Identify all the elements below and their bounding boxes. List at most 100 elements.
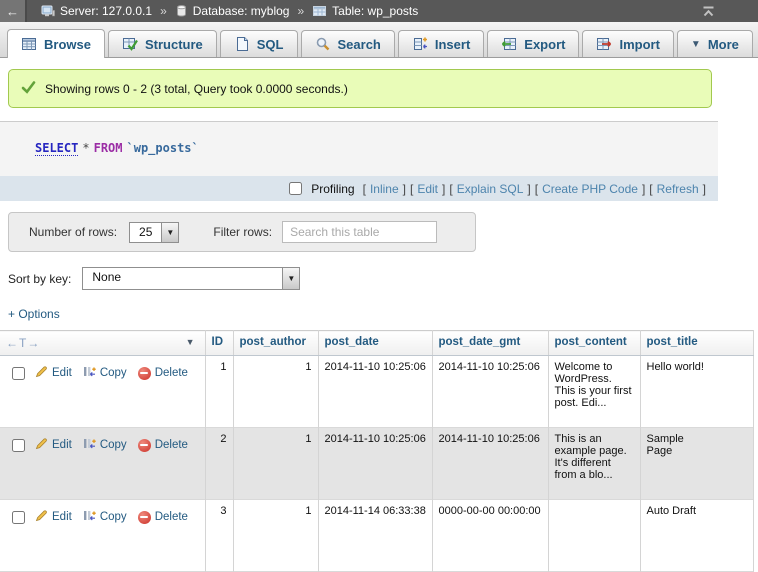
tab-label: Structure [145, 37, 203, 52]
row-checkbox[interactable] [12, 367, 25, 380]
column-header-post-date[interactable]: post_date [318, 331, 432, 356]
back-button[interactable]: ← [0, 0, 27, 22]
search-icon [315, 36, 331, 52]
tab-browse[interactable]: Browse [7, 29, 105, 58]
cell-id: 1 [205, 356, 233, 428]
breadcrumb-server[interactable]: Server: 127.0.0.1 [41, 4, 152, 18]
bracket: [ [410, 182, 413, 196]
number-of-rows-value: 25 [130, 223, 161, 242]
breadcrumb-bar: ← Server: 127.0.0.1 » Database: myblog »… [0, 0, 758, 22]
insert-icon [412, 36, 428, 52]
breadcrumb-table-label: Table: wp_posts [332, 4, 418, 18]
number-of-rows-select[interactable]: 25 ▼ [129, 222, 179, 243]
explain-sql-link[interactable]: Explain SQL [457, 182, 524, 196]
bracket: ] [403, 182, 406, 196]
pencil-icon [35, 365, 48, 381]
row-checkbox[interactable] [12, 511, 25, 524]
success-check-icon [21, 80, 36, 97]
number-of-rows-label: Number of rows: [29, 225, 117, 239]
filter-rows-label: Filter rows: [213, 225, 272, 239]
tab-more[interactable]: ▼ More [677, 30, 753, 57]
table-row: Edit Copy Delete 1 1 2014-11-10 10:25:06… [0, 356, 753, 428]
row-controls: Number of rows: 25 ▼ Filter rows: [8, 212, 476, 252]
copy-row-link[interactable]: Copy [83, 437, 127, 453]
tab-export[interactable]: Export [487, 30, 579, 57]
resize-arrows-icon: ←T→ [6, 336, 40, 350]
browse-icon [21, 36, 37, 52]
sort-by-key-value: None [83, 268, 282, 289]
tab-import[interactable]: Import [582, 30, 673, 57]
server-icon [41, 4, 55, 18]
delete-label: Delete [155, 511, 188, 523]
tab-label: Insert [435, 37, 470, 52]
row-checkbox[interactable] [12, 439, 25, 452]
filter-rows-input[interactable] [282, 221, 437, 243]
success-message: Showing rows 0 - 2 (3 total, Query took … [8, 69, 712, 108]
edit-label: Edit [52, 439, 72, 451]
inline-link[interactable]: Inline [370, 182, 399, 196]
copy-label: Copy [100, 439, 127, 451]
tab-label: SQL [257, 37, 284, 52]
cell-post-title: Auto Draft [640, 500, 753, 572]
tab-sql[interactable]: SQL [220, 30, 298, 57]
column-header-actions[interactable]: ←T→ ▼ [0, 331, 205, 356]
breadcrumb-table[interactable]: Table: wp_posts [312, 4, 418, 18]
profiling-checkbox[interactable] [289, 182, 302, 195]
chevron-down-icon: ▼ [161, 223, 178, 242]
cell-post-author: 1 [233, 428, 318, 500]
copy-row-link[interactable]: Copy [83, 365, 127, 381]
cell-post-date-gmt: 0000-00-00 00:00:00 [432, 500, 548, 572]
delete-icon [138, 439, 151, 452]
sql-keyword-from: FROM [94, 141, 123, 155]
breadcrumb-database-label: Database: myblog [193, 4, 290, 18]
cell-post-author: 1 [233, 500, 318, 572]
edit-label: Edit [52, 511, 72, 523]
refresh-link[interactable]: Refresh [657, 182, 699, 196]
cell-post-content: This is an example page. It's different … [548, 428, 640, 500]
bracket: [ [649, 182, 652, 196]
breadcrumb-database[interactable]: Database: myblog [175, 4, 290, 18]
sql-keyword-select[interactable]: SELECT [35, 141, 78, 156]
cell-post-title: Hello world! [640, 356, 753, 428]
cell-post-date: 2014-11-10 10:25:06 [318, 356, 432, 428]
sql-table-name: `wp_posts` [127, 141, 199, 155]
sort-by-key-select[interactable]: None ▼ [82, 267, 300, 290]
tab-insert[interactable]: Insert [398, 30, 484, 57]
collapse-icon[interactable] [701, 6, 716, 17]
column-header-post-author[interactable]: post_author [233, 331, 318, 356]
table-row: Edit Copy Delete 2 1 2014-11-10 10:25:06… [0, 428, 753, 500]
tab-search[interactable]: Search [301, 30, 395, 57]
tab-label: Import [619, 37, 659, 52]
delete-row-link[interactable]: Delete [138, 511, 188, 524]
delete-row-link[interactable]: Delete [138, 439, 188, 452]
delete-icon [138, 367, 151, 380]
sql-icon [234, 36, 250, 52]
edit-query-link[interactable]: Edit [417, 182, 438, 196]
delete-label: Delete [155, 367, 188, 379]
database-icon [175, 4, 188, 18]
bracket: [ [535, 182, 538, 196]
breadcrumb-server-label: Server: 127.0.0.1 [60, 4, 152, 18]
column-header-post-date-gmt[interactable]: post_date_gmt [432, 331, 548, 356]
success-message-text: Showing rows 0 - 2 (3 total, Query took … [45, 82, 348, 96]
column-menu-dropdown-icon[interactable]: ▼ [186, 337, 195, 347]
tab-bar: Browse Structure SQL Search Insert Expor… [0, 22, 758, 58]
structure-icon [122, 36, 138, 52]
column-header-id[interactable]: ID [205, 331, 233, 356]
copy-row-link[interactable]: Copy [83, 509, 127, 525]
edit-row-link[interactable]: Edit [35, 365, 72, 381]
delete-row-link[interactable]: Delete [138, 367, 188, 380]
options-toggle-link[interactable]: + Options [8, 307, 60, 321]
delete-icon [138, 511, 151, 524]
import-icon [596, 36, 612, 52]
pencil-icon [35, 509, 48, 525]
table-header-row: ←T→ ▼ ID post_author post_date post_date… [0, 331, 753, 356]
copy-icon [83, 365, 96, 381]
tab-structure[interactable]: Structure [108, 30, 217, 57]
edit-row-link[interactable]: Edit [35, 509, 72, 525]
create-php-code-link[interactable]: Create PHP Code [542, 182, 638, 196]
edit-row-link[interactable]: Edit [35, 437, 72, 453]
chevron-down-icon: ▼ [282, 268, 299, 289]
column-header-post-title[interactable]: post_title [640, 331, 753, 356]
column-header-post-content[interactable]: post_content [548, 331, 640, 356]
